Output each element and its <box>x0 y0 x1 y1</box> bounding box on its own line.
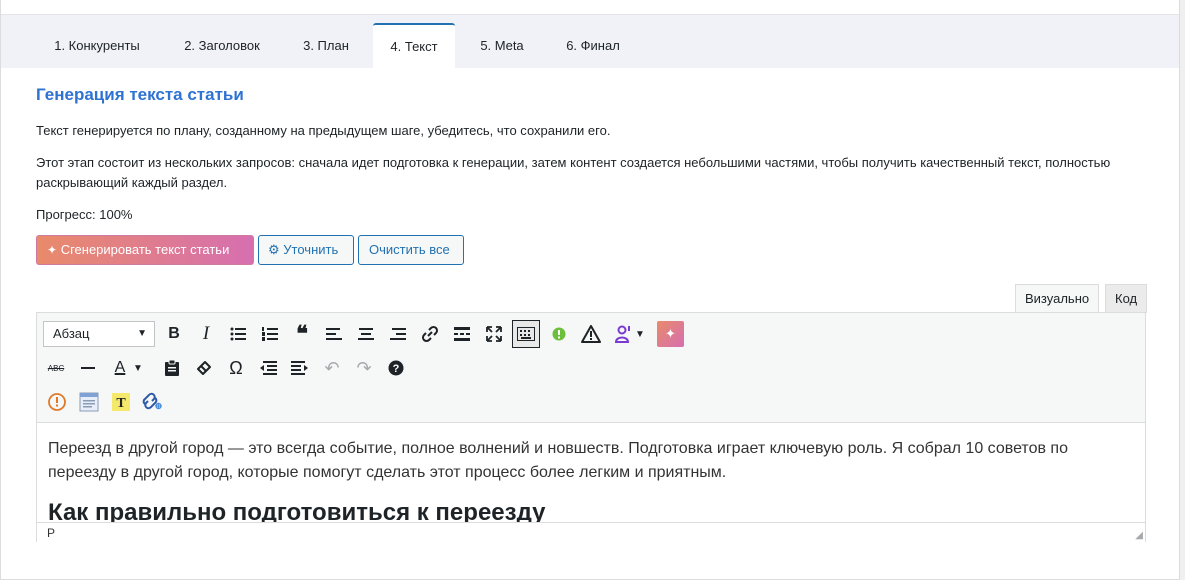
bullet-list-icon[interactable] <box>224 320 252 348</box>
warning-icon[interactable] <box>577 320 605 348</box>
alert-orange-icon[interactable] <box>43 388 71 416</box>
content-heading: Как правильно подготовиться к переезду <box>48 499 546 523</box>
generate-text-button[interactable]: ✦ Сгенерировать текст статьи <box>36 235 254 265</box>
help-icon[interactable]: ? <box>382 354 410 382</box>
section-title: Генерация текста статьи <box>36 85 244 104</box>
info-green-icon[interactable] <box>545 320 573 348</box>
resize-handle-icon[interactable]: ◢ <box>1135 530 1143 542</box>
step-tabs: 1. Конкуренты 2. Заголовок 3. План 4. Те… <box>1 15 1179 68</box>
progress-label: Прогресс: 100% <box>36 207 133 222</box>
clear-all-button[interactable]: Очистить все <box>358 235 464 265</box>
refine-button[interactable]: ⚙ Уточнить <box>258 235 354 265</box>
align-center-icon[interactable] <box>352 320 380 348</box>
tab-text[interactable]: 4. Текст <box>373 23 455 68</box>
numbered-list-icon[interactable] <box>256 320 284 348</box>
top-strip <box>1 0 1179 15</box>
ai-sparkle-icon[interactable]: ✦ <box>657 321 684 347</box>
chevron-down-icon: ▼ <box>137 328 147 339</box>
stage-description: Этот этап состоит из нескольких запросов… <box>36 155 1111 190</box>
eraser-icon[interactable] <box>190 354 218 382</box>
tab-code[interactable]: Код <box>1105 284 1148 313</box>
internal-link-icon[interactable] <box>139 388 167 416</box>
editor-statusbar: P ◢ <box>37 522 1145 542</box>
element-path[interactable]: P <box>47 526 55 540</box>
special-char-icon[interactable]: Ω <box>222 354 250 382</box>
editor-content[interactable]: Переезд в другой город — это всегда собы… <box>37 424 1145 522</box>
strikethrough-icon[interactable]: ABC <box>42 354 70 382</box>
text-editor: Абзац ▼ B I ❝ ▼ ✦ ABC A ▼ Ω ↶ ↷ ? T Пере… <box>36 312 1146 542</box>
undo-icon[interactable]: ↶ <box>318 354 346 382</box>
horizontal-line-icon[interactable] <box>74 354 102 382</box>
chevron-down-icon[interactable]: ▼ <box>131 354 145 382</box>
table-of-contents-icon[interactable] <box>75 388 103 416</box>
refine-label: Уточнить <box>283 242 339 257</box>
generate-text-label: Сгенерировать текст статьи <box>60 242 230 257</box>
text-highlight-icon[interactable]: T <box>107 388 135 416</box>
tab-visual[interactable]: Визуально <box>1015 284 1100 313</box>
content-paragraph: Переезд в другой город — это всегда собы… <box>48 440 1068 481</box>
indent-icon[interactable] <box>286 354 314 382</box>
gear-icon: ⚙ <box>268 242 280 257</box>
align-right-icon[interactable] <box>384 320 412 348</box>
read-more-icon[interactable] <box>448 320 476 348</box>
bold-icon[interactable]: B <box>160 320 188 348</box>
outdent-icon[interactable] <box>254 354 282 382</box>
toolbar-toggle-icon[interactable] <box>512 320 540 348</box>
editor-toolbar: Абзац ▼ B I ❝ ▼ ✦ ABC A ▼ Ω ↶ ↷ ? T <box>37 313 1145 423</box>
svg-text:?: ? <box>393 363 400 375</box>
svg-text:T: T <box>116 396 126 411</box>
fullscreen-icon[interactable] <box>480 320 508 348</box>
link-icon[interactable] <box>416 320 444 348</box>
redo-icon[interactable]: ↷ <box>350 354 378 382</box>
format-select-value: Абзац <box>53 326 90 341</box>
chevron-down-icon[interactable]: ▼ <box>633 320 647 348</box>
italic-icon[interactable]: I <box>192 320 220 348</box>
plan-note: Текст генерируется по плану, созданному … <box>36 123 611 138</box>
main-panel: 1. Конкуренты 2. Заголовок 3. План 4. Те… <box>0 0 1180 580</box>
text-color-icon[interactable]: A <box>106 354 134 382</box>
sparkle-icon: ✦ <box>47 243 58 257</box>
tab-meta[interactable]: 5. Meta <box>465 23 539 68</box>
blockquote-icon[interactable]: ❝ <box>288 320 316 348</box>
format-select[interactable]: Абзац ▼ <box>43 321 155 347</box>
tab-plan[interactable]: 3. План <box>287 23 365 68</box>
paste-text-icon[interactable] <box>158 354 186 382</box>
tab-final[interactable]: 6. Финал <box>549 23 637 68</box>
tab-heading[interactable]: 2. Заголовок <box>167 23 277 68</box>
tab-competitors[interactable]: 1. Конкуренты <box>37 23 157 68</box>
align-left-icon[interactable] <box>320 320 348 348</box>
